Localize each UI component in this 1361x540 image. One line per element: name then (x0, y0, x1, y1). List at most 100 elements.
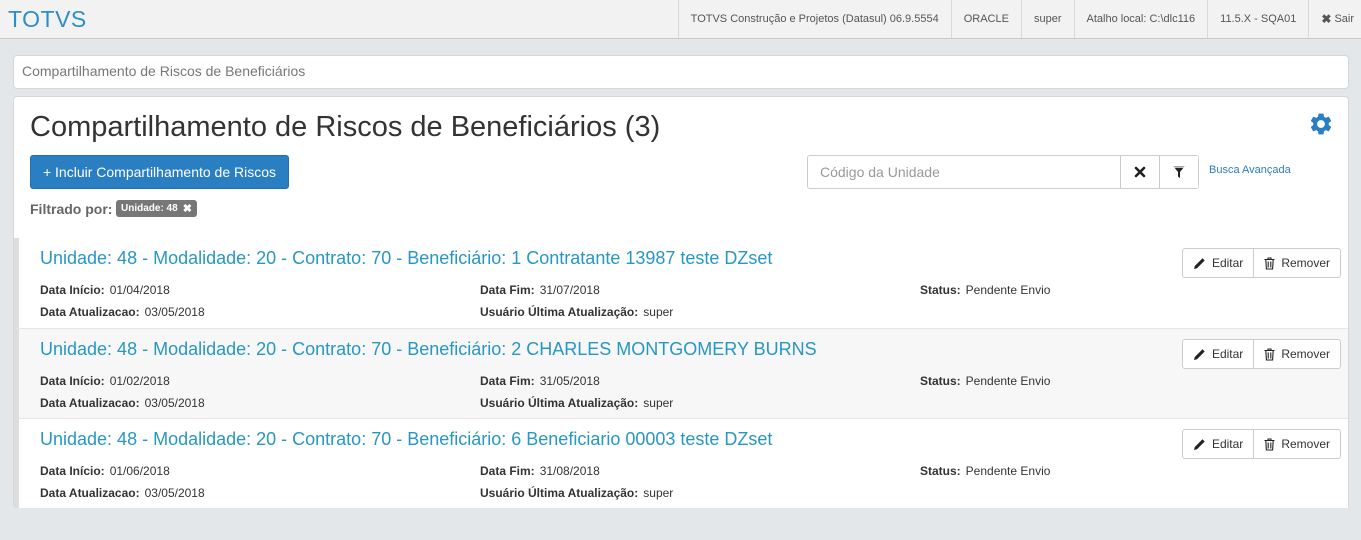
list-item: Unidade: 48 - Modalidade: 20 - Contrato:… (14, 328, 1348, 418)
last-user-value: super (643, 396, 674, 410)
status-field: Status: Pendente Envio (920, 374, 1050, 388)
breadcrumb: Compartilhamento de Riscos de Beneficiár… (13, 55, 1349, 89)
status-label: Status: (920, 464, 961, 478)
last-user-label: Usuário Última Atualização: (480, 486, 639, 500)
clear-search-button[interactable] (1120, 156, 1159, 188)
edit-button[interactable]: Editar (1183, 340, 1253, 368)
brand-logo[interactable]: TOTVS (8, 6, 87, 33)
remove-button[interactable]: Remover (1253, 249, 1340, 277)
filter-label: Filtrado por: (30, 201, 113, 217)
filter-button[interactable] (1159, 156, 1198, 188)
end-date-label: Data Fim: (480, 464, 535, 478)
status-value: Pendente Envio (965, 374, 1051, 388)
pencil-icon (1193, 348, 1205, 360)
edit-label: Editar (1211, 437, 1244, 451)
status-field: Status: Pendente Envio (920, 464, 1050, 478)
filter-chip[interactable]: Unidade: 48 ✖ (116, 200, 197, 217)
filter-chip-label: Unidade: 48 (121, 203, 178, 214)
status-field: Status: Pendente Envio (920, 283, 1050, 297)
database-info: ORACLE (950, 0, 1021, 38)
end-date-field: Data Fim: 31/08/2018 (480, 464, 600, 478)
trash-icon (1264, 256, 1275, 270)
list-item: Unidade: 48 - Modalidade: 20 - Contrato:… (14, 238, 1348, 328)
start-date-label: Data Início: (40, 464, 105, 478)
updated-date-value: 03/05/2018 (144, 396, 205, 410)
local-shortcut-info: Atalho local: C:\dlc116 (1073, 0, 1208, 38)
logout-label: Sair (1334, 13, 1354, 25)
item-title-link[interactable]: Unidade: 48 - Modalidade: 20 - Contrato:… (40, 339, 817, 360)
risk-sharing-list: Unidade: 48 - Modalidade: 20 - Contrato:… (14, 238, 1348, 508)
start-date-field: Data Início: 01/06/2018 (40, 464, 170, 478)
updated-date-label: Data Atualizacao: (40, 305, 140, 319)
end-date-value: 31/07/2018 (539, 283, 600, 297)
item-title-link[interactable]: Unidade: 48 - Modalidade: 20 - Contrato:… (40, 429, 772, 450)
search-group (807, 155, 1199, 189)
top-bar: TOTVS TOTVS Construção e Projetos (Datas… (0, 0, 1361, 39)
close-icon[interactable]: ✖ (183, 202, 192, 215)
edit-label: Editar (1211, 256, 1244, 270)
start-date-label: Data Início: (40, 374, 105, 388)
last-user-value: super (643, 486, 674, 500)
end-date-field: Data Fim: 31/05/2018 (480, 374, 600, 388)
product-info: TOTVS Construção e Projetos (Datasul) 06… (677, 0, 951, 38)
updated-date-value: 03/05/2018 (144, 486, 205, 500)
user-info[interactable]: super (1020, 0, 1074, 38)
edit-button[interactable]: Editar (1183, 249, 1253, 277)
pencil-icon (1193, 257, 1205, 269)
remove-button[interactable]: Remover (1253, 340, 1340, 368)
last-user-value: super (643, 305, 674, 319)
updated-date-label: Data Atualizacao: (40, 486, 140, 500)
edit-button[interactable]: Editar (1183, 430, 1253, 458)
updated-date-value: 03/05/2018 (144, 305, 205, 319)
main-panel: Compartilhamento de Riscos de Beneficiár… (13, 96, 1349, 508)
last-user-label: Usuário Última Atualização: (480, 396, 639, 410)
updated-date-field: Data Atualizacao: 03/05/2018 (40, 486, 205, 500)
last-user-field: Usuário Última Atualização: super (480, 486, 673, 500)
end-date-label: Data Fim: (480, 283, 535, 297)
remove-label: Remover (1281, 437, 1330, 451)
item-actions: Editar Remover (1181, 429, 1341, 459)
version-info: 11.5.X - SQA01 (1207, 0, 1308, 38)
status-value: Pendente Envio (965, 283, 1051, 297)
last-user-field: Usuário Última Atualização: super (480, 396, 673, 410)
start-date-value: 01/02/2018 (109, 374, 170, 388)
remove-label: Remover (1281, 347, 1330, 361)
start-date-field: Data Início: 01/02/2018 (40, 374, 170, 388)
item-title-link[interactable]: Unidade: 48 - Modalidade: 20 - Contrato:… (40, 248, 772, 269)
remove-label: Remover (1281, 256, 1330, 270)
unit-code-search-input[interactable] (808, 156, 1120, 188)
page-title: Compartilhamento de Riscos de Beneficiár… (30, 111, 661, 143)
trash-icon (1264, 437, 1275, 451)
start-date-value: 01/04/2018 (109, 283, 170, 297)
top-nav: TOTVS Construção e Projetos (Datasul) 06… (677, 0, 1361, 38)
funnel-icon (1173, 166, 1185, 178)
item-actions: Editar Remover (1181, 339, 1341, 369)
end-date-value: 31/05/2018 (539, 374, 600, 388)
start-date-label: Data Início: (40, 283, 105, 297)
last-user-field: Usuário Última Atualização: super (480, 305, 673, 319)
end-date-field: Data Fim: 31/07/2018 (480, 283, 600, 297)
logout-link[interactable]: ✖ Sair (1308, 0, 1361, 38)
remove-button[interactable]: Remover (1253, 430, 1340, 458)
updated-date-field: Data Atualizacao: 03/05/2018 (40, 396, 205, 410)
updated-date-field: Data Atualizacao: 03/05/2018 (40, 305, 205, 319)
edit-label: Editar (1211, 347, 1244, 361)
close-icon: ✖ (1321, 12, 1332, 26)
status-label: Status: (920, 374, 961, 388)
advanced-search-link[interactable]: Busca Avançada (1209, 164, 1291, 176)
pencil-icon (1193, 438, 1205, 450)
add-risk-sharing-button[interactable]: + Incluir Compartilhamento de Riscos (30, 155, 289, 189)
trash-icon (1264, 347, 1275, 361)
item-actions: Editar Remover (1181, 248, 1341, 278)
start-date-field: Data Início: 01/04/2018 (40, 283, 170, 297)
end-date-value: 31/08/2018 (539, 464, 600, 478)
status-label: Status: (920, 283, 961, 297)
gear-icon[interactable] (1308, 111, 1334, 137)
status-value: Pendente Envio (965, 464, 1051, 478)
list-item: Unidade: 48 - Modalidade: 20 - Contrato:… (14, 418, 1348, 508)
updated-date-label: Data Atualizacao: (40, 396, 140, 410)
breadcrumb-item[interactable]: Compartilhamento de Riscos de Beneficiár… (22, 63, 305, 79)
end-date-label: Data Fim: (480, 374, 535, 388)
start-date-value: 01/06/2018 (109, 464, 170, 478)
close-icon (1134, 166, 1146, 178)
